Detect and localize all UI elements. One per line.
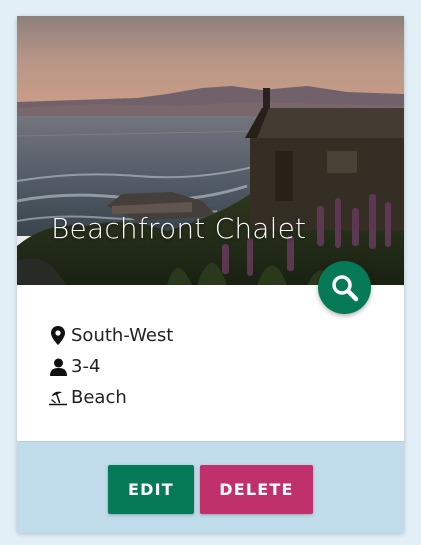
location-text: South-West — [71, 325, 174, 346]
edit-button[interactable]: EDIT — [108, 465, 194, 514]
delete-button[interactable]: DELETE — [200, 465, 313, 514]
user-icon — [49, 357, 67, 377]
map-marker-icon — [49, 326, 67, 346]
property-title: Beachfront Chalet — [51, 212, 307, 245]
search-button[interactable] — [318, 261, 371, 314]
property-card: Beachfront Chalet South-West 3-4 Beach E… — [17, 16, 404, 533]
search-icon — [331, 274, 358, 301]
guests-text: 3-4 — [71, 356, 101, 377]
location-row: South-West — [49, 320, 173, 351]
card-actions: EDIT DELETE — [17, 441, 404, 533]
property-details: South-West 3-4 Beach — [49, 320, 173, 413]
guests-row: 3-4 — [49, 351, 173, 382]
type-row: Beach — [49, 382, 173, 413]
property-photo: Beachfront Chalet — [17, 16, 404, 285]
beach-umbrella-icon — [49, 388, 67, 408]
type-text: Beach — [71, 387, 127, 408]
